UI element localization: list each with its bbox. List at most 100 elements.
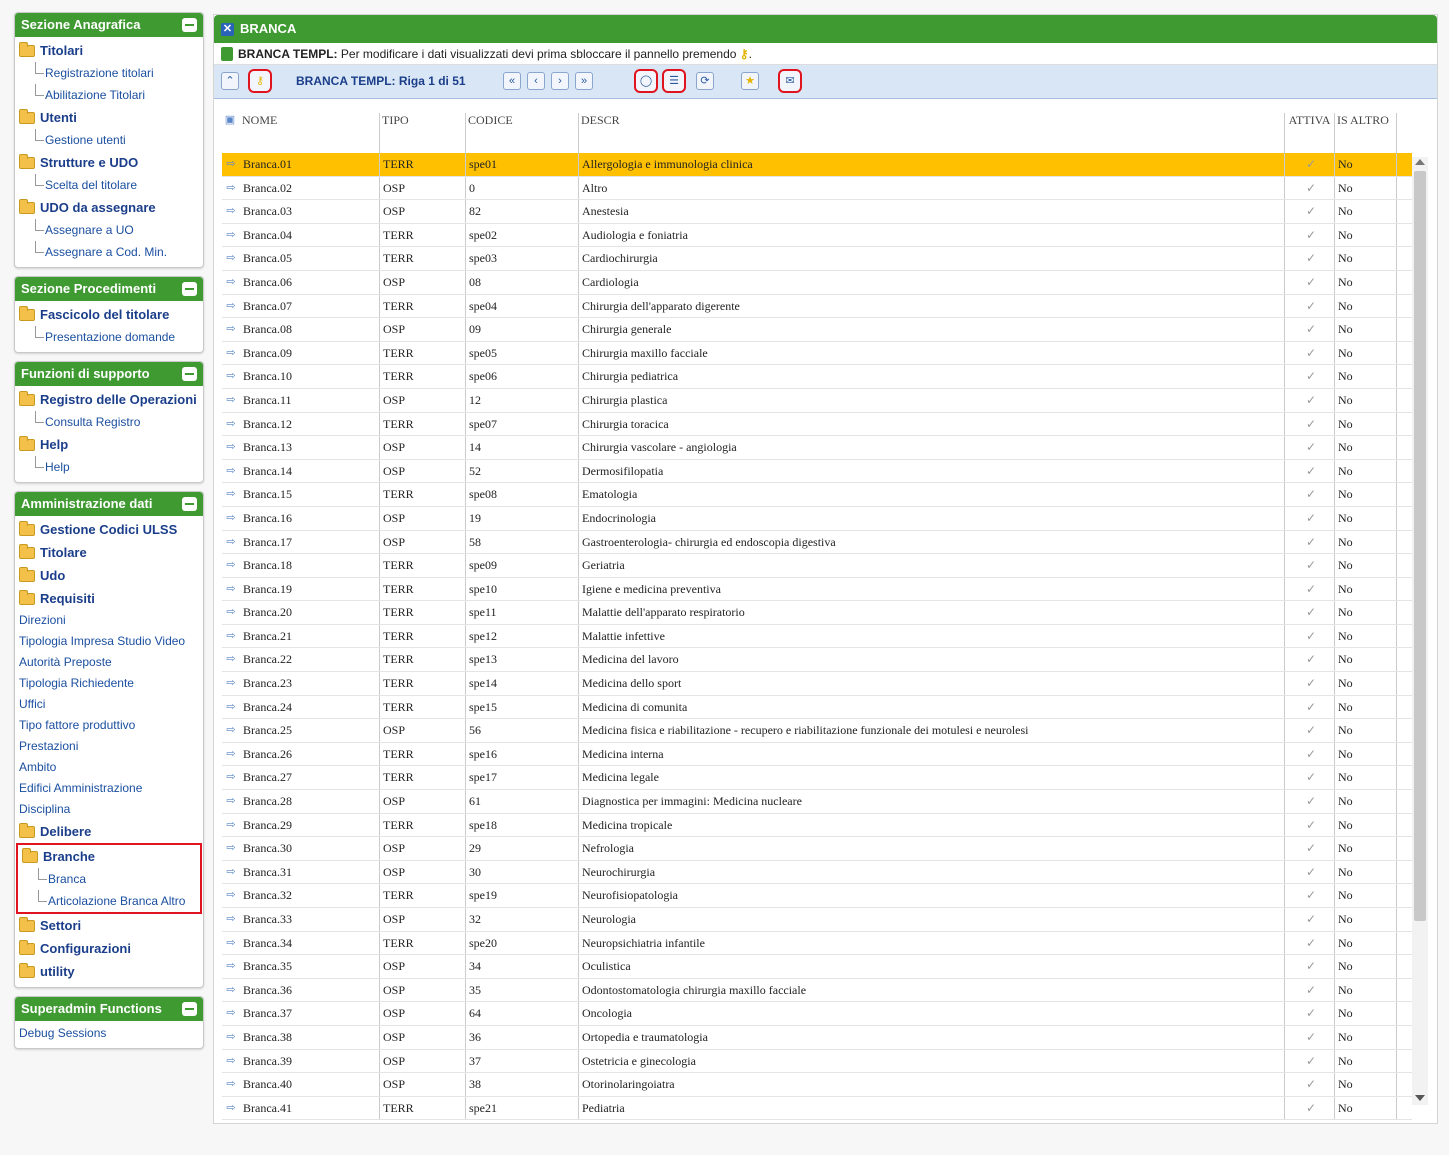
attiva-checkbox[interactable]: ✓ [1285, 1049, 1335, 1073]
attiva-checkbox[interactable]: ✓ [1285, 365, 1335, 388]
table-row[interactable]: ⇨ Branca.23 TERR spe14 Medicina dello sport ✓… [222, 672, 1412, 696]
attiva-checkbox[interactable]: ✓ [1285, 176, 1335, 200]
row-arrow-icon[interactable]: ⇨ [222, 719, 240, 742]
export-button[interactable]: ✉ [778, 69, 802, 93]
table-row[interactable]: ⇨ Branca.10 TERR spe06 Chirurgia pediatrica ✓… [222, 365, 1412, 389]
folder-utility[interactable]: utility [15, 960, 203, 983]
row-arrow-icon[interactable]: ⇨ [222, 743, 240, 766]
attiva-checkbox[interactable]: ✓ [1285, 223, 1335, 247]
refresh-icon[interactable]: ⟳ [696, 72, 714, 90]
attiva-checkbox[interactable]: ✓ [1285, 412, 1335, 436]
panel-procedimenti-header[interactable]: Sezione Procedimenti [15, 277, 203, 301]
link-consulta-registro[interactable]: Consulta Registro [15, 411, 203, 433]
link-direzioni[interactable]: Direzioni [15, 610, 203, 631]
link-branca[interactable]: Branca [18, 868, 200, 890]
attiva-checkbox[interactable]: ✓ [1285, 884, 1335, 907]
row-arrow-icon[interactable]: ⇨ [222, 766, 240, 789]
table-row[interactable]: ⇨ Branca.02 OSP 0 Altro ✓ No [222, 176, 1412, 201]
table-row[interactable]: ⇨ Branca.07 TERR spe04 Chirurgia dell'appara… [222, 294, 1412, 319]
header-codice[interactable]: CODICE [466, 113, 579, 153]
table-row[interactable]: ⇨ Branca.41 TERR spe21 Pediatria ✓ No [222, 1096, 1412, 1121]
row-arrow-icon[interactable]: ⇨ [222, 672, 240, 695]
attiva-checkbox[interactable]: ✓ [1285, 695, 1335, 719]
scroll-up-icon[interactable] [1415, 159, 1425, 165]
link-assegnare-cod-min[interactable]: Assegnare a Cod. Min. [15, 241, 203, 263]
row-arrow-icon[interactable]: ⇨ [222, 507, 240, 530]
panel-superadmin-header[interactable]: Superadmin Functions [15, 997, 203, 1021]
collapse-icon[interactable] [182, 1002, 197, 1016]
link-help[interactable]: Help [15, 456, 203, 478]
table-row[interactable]: ⇨ Branca.29 TERR spe18 Medicina tropicale ✓ No [222, 813, 1412, 838]
attiva-checkbox[interactable]: ✓ [1285, 1025, 1335, 1049]
table-row[interactable]: ⇨ Branca.20 TERR spe11 Malattie dell'apparat… [222, 601, 1412, 625]
row-arrow-icon[interactable]: ⇨ [222, 1073, 240, 1096]
attiva-checkbox[interactable]: ✓ [1285, 931, 1335, 955]
attiva-checkbox[interactable]: ✓ [1285, 153, 1335, 176]
close-icon[interactable]: ✕ [221, 23, 234, 36]
collapse-icon[interactable] [182, 497, 197, 511]
row-arrow-icon[interactable]: ⇨ [222, 790, 240, 813]
link-uffici[interactable]: Uffici [15, 694, 203, 715]
table-row[interactable]: ⇨ Branca.16 OSP 19 Endocrinologia ✓ No [222, 506, 1412, 531]
link-ambito[interactable]: Ambito [15, 757, 203, 778]
attiva-checkbox[interactable]: ✓ [1285, 318, 1335, 341]
attiva-checkbox[interactable]: ✓ [1285, 577, 1335, 601]
header-descr[interactable]: DESCR [579, 113, 1285, 153]
row-arrow-icon[interactable]: ⇨ [222, 295, 240, 318]
header-nome[interactable]: NOME [240, 113, 380, 153]
attiva-checkbox[interactable]: ✓ [1285, 719, 1335, 742]
row-arrow-icon[interactable]: ⇨ [222, 837, 240, 860]
table-row[interactable]: ⇨ Branca.04 TERR spe02 Audiologia e foniatri… [222, 223, 1412, 248]
row-arrow-icon[interactable]: ⇨ [222, 648, 240, 671]
table-row[interactable]: ⇨ Branca.18 TERR spe09 Geriatria ✓ No [222, 554, 1412, 578]
folder-registro[interactable]: Registro delle Operazioni [15, 388, 203, 411]
attiva-checkbox[interactable]: ✓ [1285, 270, 1335, 294]
folder-branche[interactable]: Branche [18, 845, 200, 868]
row-arrow-icon[interactable]: ⇨ [222, 625, 240, 648]
row-arrow-icon[interactable]: ⇨ [222, 318, 240, 341]
table-row[interactable]: ⇨ Branca.24 TERR spe15 Medicina di comunita ✓… [222, 695, 1412, 720]
link-autorita-preposte[interactable]: Autorità Preposte [15, 652, 203, 673]
table-row[interactable]: ⇨ Branca.32 TERR spe19 Neurofisiopatologia ✓ N… [222, 884, 1412, 908]
panel-admin-header[interactable]: Amministrazione dati [15, 492, 203, 516]
table-row[interactable]: ⇨ Branca.06 OSP 08 Cardiologia ✓ No [222, 270, 1412, 295]
prev-page-button[interactable]: ‹ [527, 72, 545, 90]
table-row[interactable]: ⇨ Branca.03 OSP 82 Anestesia ✓ No [222, 200, 1412, 224]
folder-titolari[interactable]: Titolari [15, 39, 203, 62]
attiva-checkbox[interactable]: ✓ [1285, 294, 1335, 318]
attiva-checkbox[interactable]: ✓ [1285, 648, 1335, 672]
attiva-checkbox[interactable]: ✓ [1285, 200, 1335, 223]
attiva-checkbox[interactable]: ✓ [1285, 837, 1335, 860]
row-arrow-icon[interactable]: ⇨ [222, 932, 240, 955]
link-abilitazione-titolari[interactable]: Abilitazione Titolari [15, 84, 203, 106]
attiva-checkbox[interactable]: ✓ [1285, 672, 1335, 695]
link-disciplina[interactable]: Disciplina [15, 799, 203, 820]
attiva-checkbox[interactable]: ✓ [1285, 1096, 1335, 1120]
attiva-checkbox[interactable]: ✓ [1285, 601, 1335, 624]
last-page-button[interactable]: » [575, 72, 593, 90]
table-row[interactable]: ⇨ Branca.27 TERR spe17 Medicina legale ✓ No [222, 766, 1412, 791]
table-row[interactable]: ⇨ Branca.25 OSP 56 Medicina fisica e riabili… [222, 719, 1412, 743]
row-arrow-icon[interactable]: ⇨ [222, 531, 240, 554]
row-arrow-icon[interactable]: ⇨ [222, 554, 240, 577]
table-row[interactable]: ⇨ Branca.09 TERR spe05 Chirurgia maxillo fac… [222, 341, 1412, 366]
table-row[interactable]: ⇨ Branca.22 TERR spe13 Medicina del lavoro ✓ N… [222, 648, 1412, 673]
first-page-button[interactable]: « [503, 72, 521, 90]
lightbulb-button[interactable]: ◯ [634, 69, 658, 93]
attiva-checkbox[interactable]: ✓ [1285, 388, 1335, 412]
folder-udo[interactable]: Udo [15, 564, 203, 587]
star-button[interactable]: ★ [741, 72, 759, 90]
next-page-button[interactable]: › [551, 72, 569, 90]
folder-configurazioni[interactable]: Configurazioni [15, 937, 203, 960]
attiva-checkbox[interactable]: ✓ [1285, 1002, 1335, 1025]
table-row[interactable]: ⇨ Branca.11 OSP 12 Chirurgia plastica ✓ No [222, 388, 1412, 413]
link-gestione-utenti[interactable]: Gestione utenti [15, 129, 203, 151]
attiva-checkbox[interactable]: ✓ [1285, 860, 1335, 884]
row-arrow-icon[interactable]: ⇨ [222, 908, 240, 931]
attiva-checkbox[interactable]: ✓ [1285, 506, 1335, 530]
attiva-checkbox[interactable]: ✓ [1285, 742, 1335, 766]
table-row[interactable]: ⇨ Branca.40 OSP 38 Otorinolaringoiatra ✓ No [222, 1073, 1412, 1097]
collapse-icon[interactable] [182, 18, 197, 32]
link-debug-sessions[interactable]: Debug Sessions [15, 1023, 203, 1044]
folder-udo-da-assegnare[interactable]: UDO da assegnare [15, 196, 203, 219]
